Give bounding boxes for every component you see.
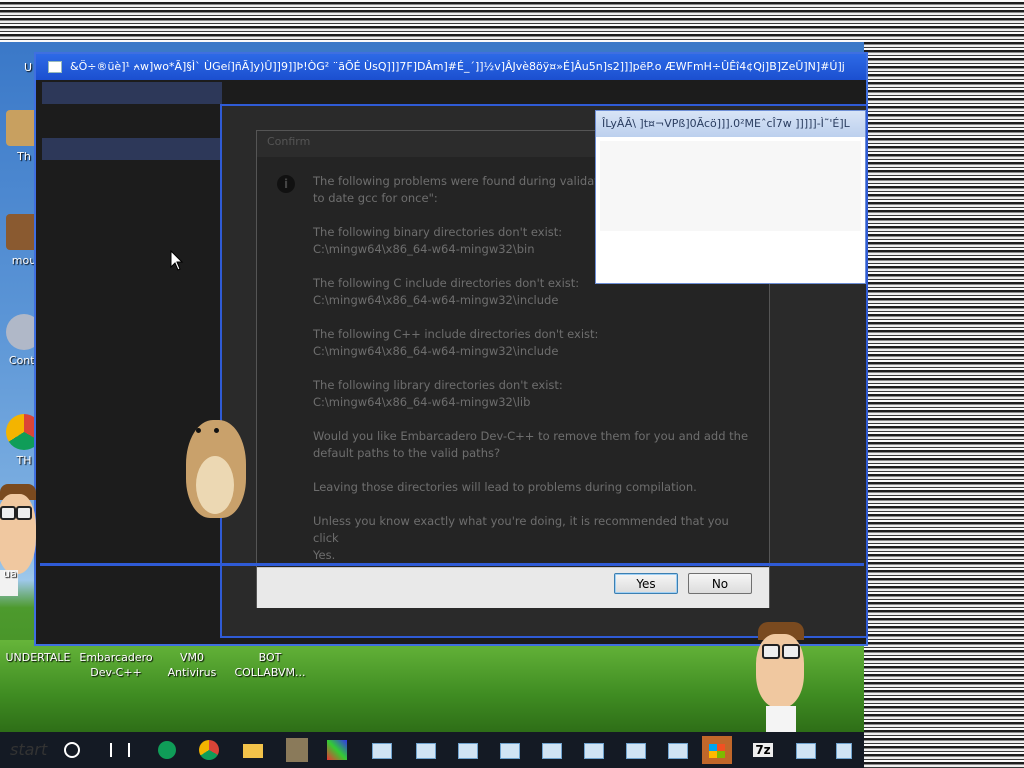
desktop-icon-label: mou [11, 254, 37, 267]
start-button[interactable]: start [0, 732, 66, 768]
desktop-icon-undertale[interactable]: UNDERTALE [0, 650, 76, 665]
window-system-icon [48, 61, 62, 73]
glasses-icon [0, 506, 16, 520]
small-glitched-window[interactable]: ÎLyÂÃ\ ]t¤¬VPß]0Ãcö]]].0²MEˆcÎ7w ]]]]]-Ì… [595, 110, 866, 284]
ghost-titlebar [42, 82, 222, 104]
glitch-stripes-top [0, 0, 864, 42]
glitch-stripes-right [864, 0, 1024, 768]
window-icon[interactable] [410, 736, 440, 764]
window-icon[interactable] [830, 736, 860, 764]
glasses-icon [762, 644, 780, 659]
window-icon[interactable] [790, 736, 820, 764]
glasses-icon [16, 506, 32, 520]
glasses-icon [782, 644, 800, 659]
chrome-icon[interactable] [194, 736, 224, 764]
desktop-icon-label: Th [17, 150, 31, 163]
hamster-belly [196, 456, 234, 514]
main-window-titlebar[interactable]: &Ö÷®üè]¹ ⍲w]wo*Ã]§Ì` ÙGeí]ñÃ]y)Û]]9]]Þ!Ò… [36, 54, 866, 80]
file-explorer-icon[interactable] [238, 736, 268, 764]
dialog-paragraph: Would you like Embarcadero Dev-C++ to re… [313, 429, 749, 460]
dialog-paragraph: Unless you know exactly what you're doin… [313, 514, 729, 562]
7zip-icon[interactable]: 7z [748, 736, 778, 764]
window-icon[interactable] [662, 736, 692, 764]
info-icon: i [277, 175, 295, 193]
bonzi-icon[interactable] [282, 736, 312, 764]
no-button[interactable]: No [688, 573, 752, 594]
desktop-icon-label: U [23, 61, 33, 74]
7zip-label: 7z [753, 743, 773, 757]
dialog-paragraph: The following library directories don't … [313, 378, 563, 409]
desktop-icon-label: VM0 Antivirus [167, 651, 217, 679]
task-view-icon[interactable] [110, 743, 130, 757]
small-window-title[interactable]: ÎLyÂÃ\ ]t¤¬VPß]0Ãcö]]].0²MEˆcÎ7w ]]]]]-Ì… [596, 111, 865, 137]
dialog-paragraph: Leaving those directories will lead to p… [313, 480, 697, 494]
desktop-icon-label: TH [16, 454, 32, 467]
dialog-footer: Yes No [257, 567, 769, 608]
glitch-blue-line [40, 563, 864, 566]
desktop-icon-label: ua [3, 567, 17, 580]
store-icon[interactable] [702, 736, 732, 764]
window-icon[interactable] [366, 736, 396, 764]
window-icon[interactable] [536, 736, 566, 764]
small-window-content [600, 141, 861, 231]
desktop-icon-devcpp[interactable]: Embarcadero Dev-C++ [76, 650, 156, 680]
dialog-paragraph: The following C++ include directories do… [313, 327, 599, 358]
desktop-icon-label: Embarcadero Dev-C++ [79, 651, 153, 679]
desktop-icon-ua[interactable]: ua [0, 566, 40, 581]
character-shirt [766, 706, 796, 732]
taskbar: start 7z [0, 732, 864, 768]
desktop-icon-vm0[interactable]: VM0 Antivirus [152, 650, 232, 680]
window-icon[interactable] [452, 736, 482, 764]
window-icon[interactable] [620, 736, 650, 764]
desktop-icon-bot[interactable]: BOT COLLABVM... [228, 650, 312, 680]
hamster-eye [214, 428, 219, 433]
window-icon[interactable] [578, 736, 608, 764]
paint-icon[interactable] [322, 736, 352, 764]
main-window-title: &Ö÷®üè]¹ ⍲w]wo*Ã]§Ì` ÙGeí]ñÃ]y)Û]]9]]Þ!Ò… [70, 60, 845, 73]
sheets-icon[interactable] [152, 736, 182, 764]
ghost-titlebar [42, 138, 222, 160]
cortana-icon[interactable] [64, 742, 80, 758]
yes-button[interactable]: Yes [614, 573, 678, 594]
desktop-icon-label: BOT COLLABVM... [234, 651, 306, 679]
dialog-title: Confirm [267, 135, 311, 148]
window-icon[interactable] [494, 736, 524, 764]
mouse-cursor-icon [170, 250, 184, 271]
hamster-eye [196, 428, 201, 433]
desktop-icon-label: UNDERTALE [5, 651, 71, 664]
